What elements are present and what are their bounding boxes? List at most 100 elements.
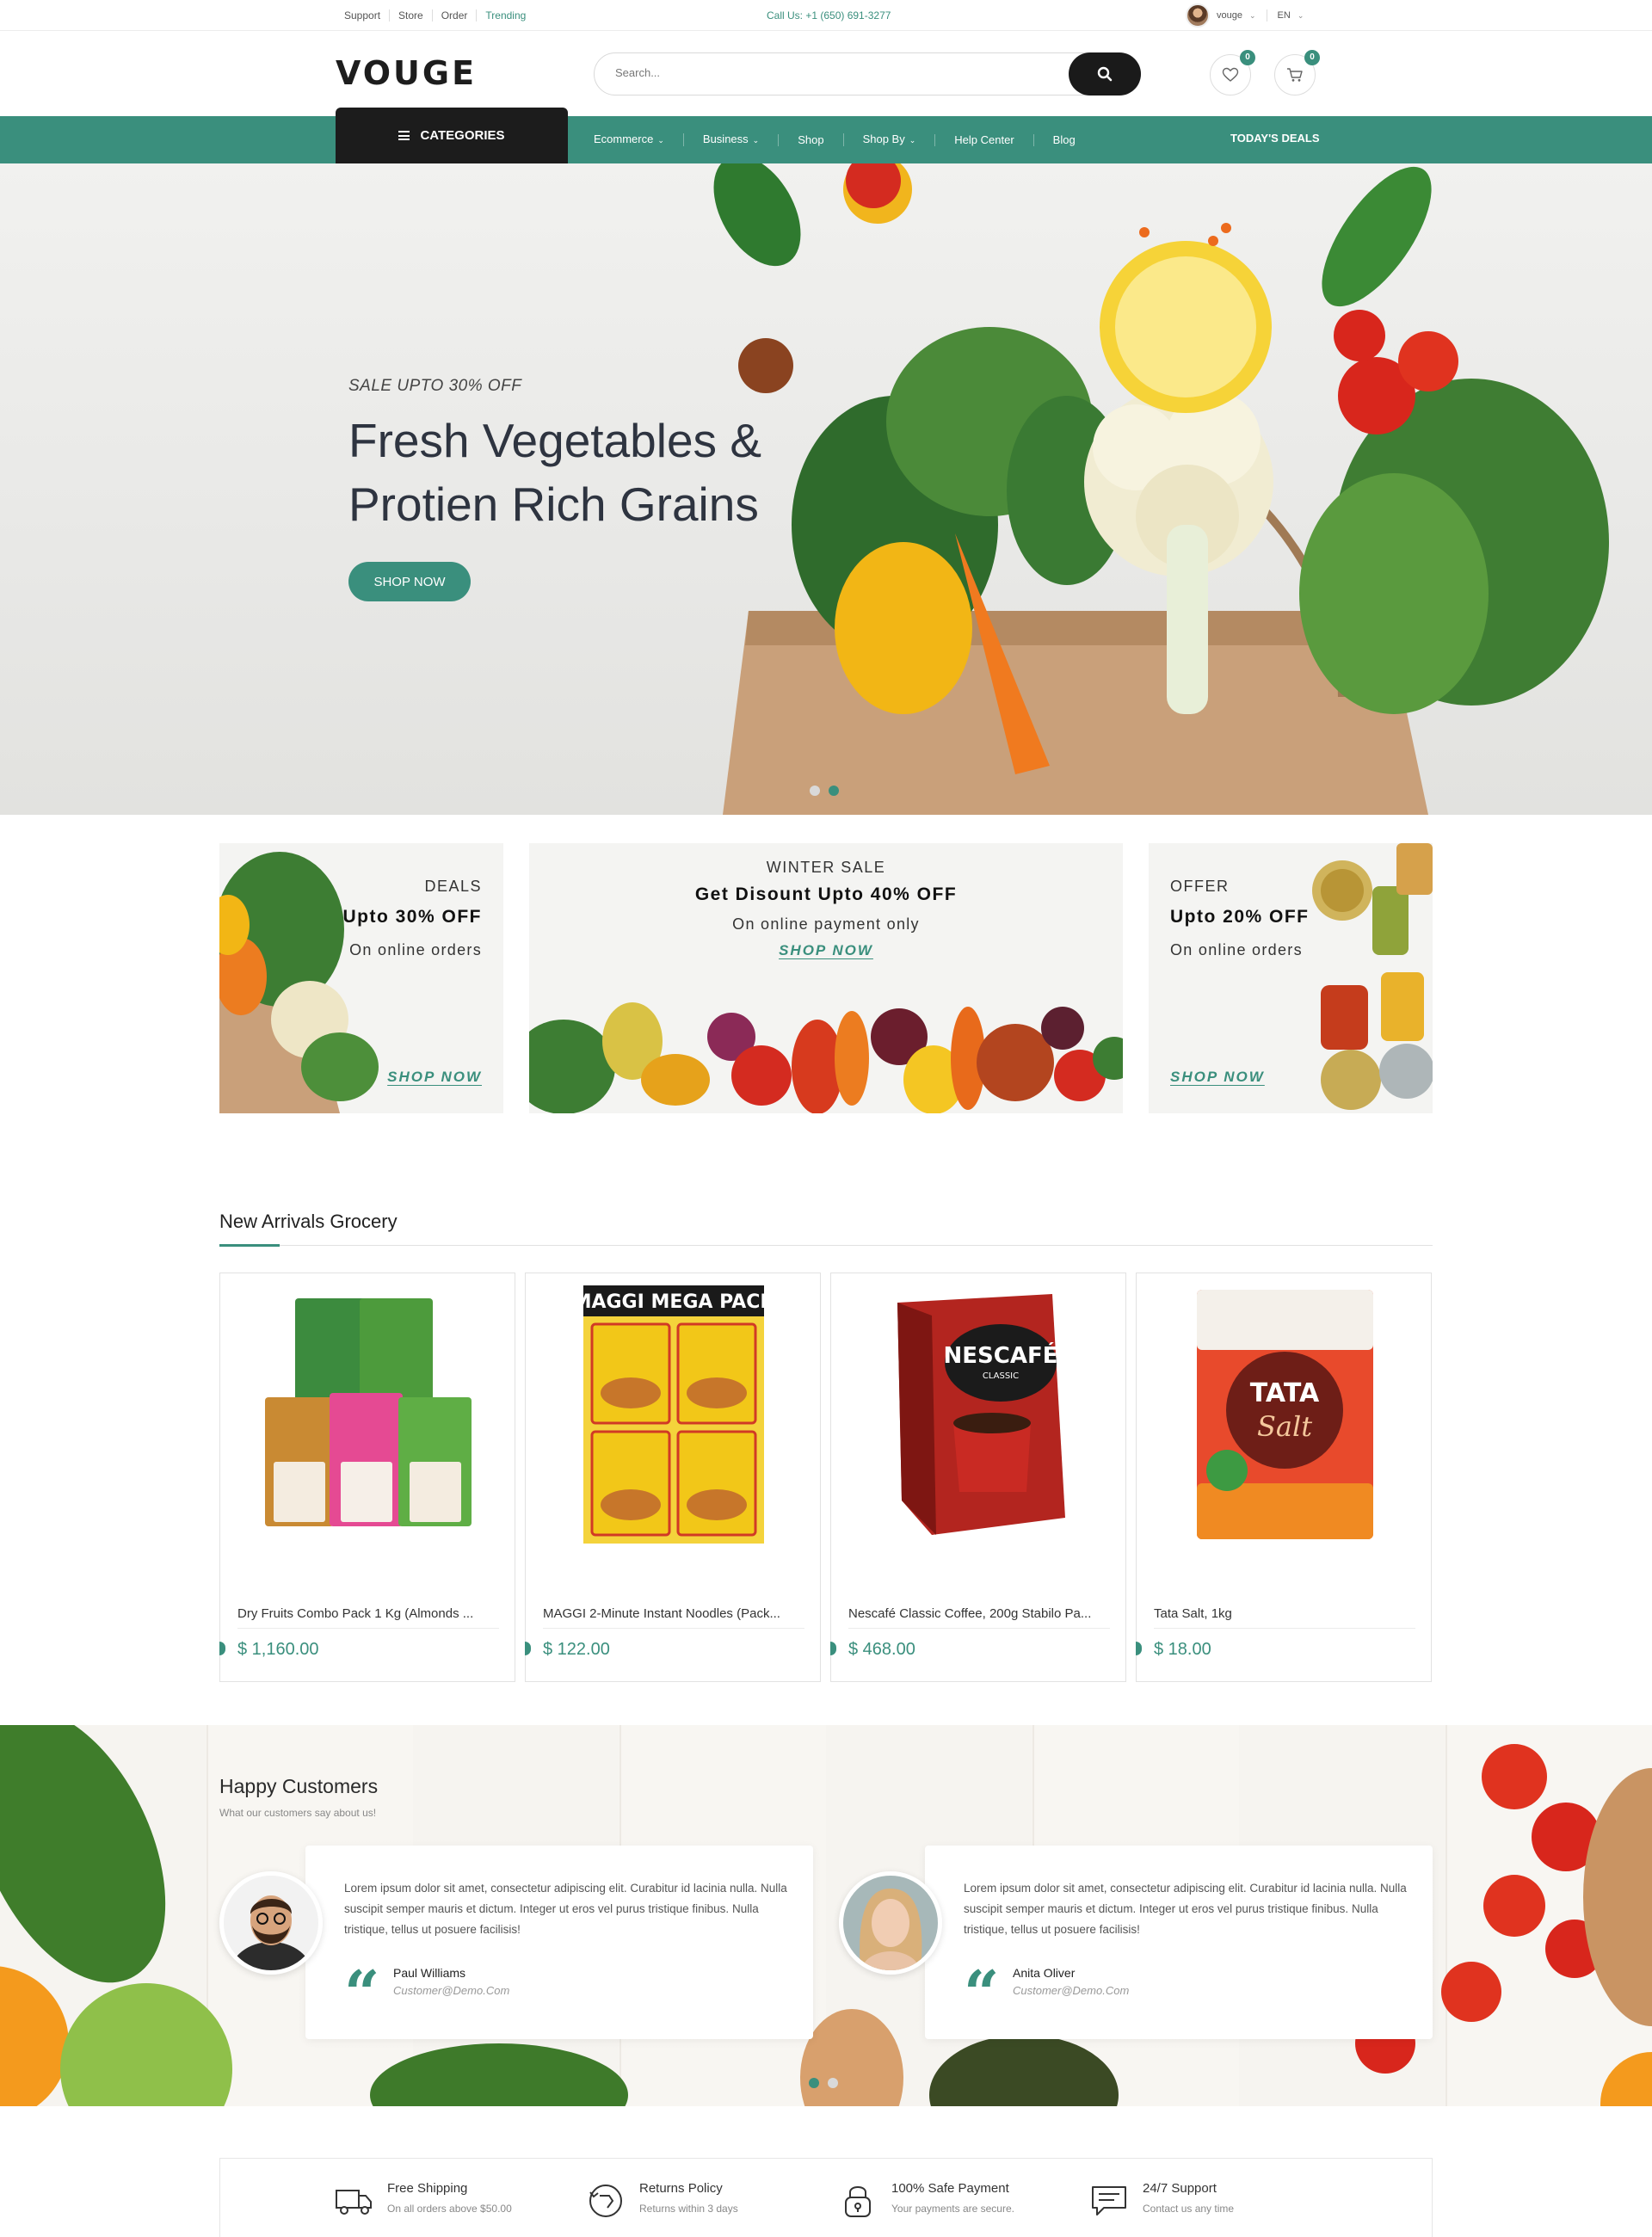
product-image[interactable]: MAGGI MEGA PACK <box>543 1285 804 1544</box>
site-header: VOUGE 0 0 <box>0 31 1652 116</box>
slider-dot[interactable] <box>829 786 839 796</box>
chat-icon <box>1089 2181 1129 2221</box>
banner-heading: Upto 20% OFF <box>1170 907 1310 927</box>
product-card[interactable]: MAGGI MEGA PACK MAGGI 2-Minute Instant N… <box>525 1273 821 1682</box>
chevron-down-icon: ⌄ <box>752 136 760 145</box>
nav-item-help-center[interactable]: Help Center <box>934 132 1032 146</box>
user-menu[interactable]: vouge ⌄ EN ⌄ <box>1186 3 1304 28</box>
testimonial-name: Anita Oliver <box>1013 1966 1076 1980</box>
customer-avatar <box>839 1871 942 1975</box>
avatar-woman-image <box>843 1876 938 1970</box>
price-marker <box>830 1642 836 1655</box>
hero-subtitle: SALE UPTO 30% OFF <box>348 377 522 395</box>
product-image[interactable]: TATA Salt <box>1154 1285 1415 1544</box>
product-image[interactable]: NESCAFÉ CLASSIC <box>848 1285 1110 1544</box>
cart-count: 0 <box>1304 50 1320 65</box>
top-link-trending[interactable]: Trending <box>476 9 534 22</box>
nav-item-shop[interactable]: Shop <box>778 133 842 146</box>
top-link-support[interactable]: Support <box>336 9 389 22</box>
nav-item-business[interactable]: Business ⌄ <box>682 132 778 146</box>
maggi-banner-text: MAGGI MEGA PACK <box>583 1291 764 1313</box>
user-avatar[interactable] <box>1186 3 1210 28</box>
hero-title-line: Protien Rich Grains <box>348 478 759 531</box>
search-button[interactable] <box>1069 52 1141 96</box>
nescafe-sub-text: CLASSIC <box>983 1371 1019 1381</box>
banner-shop-now-link[interactable]: SHOP NOW <box>1170 1069 1265 1086</box>
product-price: $ 1,160.00 <box>237 1640 319 1659</box>
chevron-down-icon[interactable]: ⌄ <box>1249 11 1256 21</box>
banner-deals[interactable]: DEALS Upto 30% OFF On online orders SHOP… <box>219 843 503 1113</box>
testimonial-card: Lorem ipsum dolor sit amet, consectetur … <box>305 1846 813 2039</box>
banner-shop-now-link[interactable]: SHOP NOW <box>387 1069 482 1086</box>
testimonial-email: Customer@Demo.Com <box>393 1984 510 1997</box>
feature-title: 24/7 Support <box>1143 2181 1217 2196</box>
chevron-down-icon: ⌄ <box>657 136 664 145</box>
banner-winter-sale[interactable]: WINTER SALE Get Disount Upto 40% OFF On … <box>529 843 1123 1113</box>
product-name[interactable]: Dry Fruits Combo Pack 1 Kg (Almonds ... <box>237 1606 496 1621</box>
chevron-down-icon[interactable]: ⌄ <box>1298 11 1304 21</box>
features-bar: Free Shipping On all orders above $50.00… <box>219 2158 1433 2237</box>
slider-dot[interactable] <box>828 2078 838 2088</box>
product-name[interactable]: Nescafé Classic Coffee, 200g Stabilo Pa.… <box>848 1606 1106 1621</box>
banner-label: OFFER <box>1170 878 1230 895</box>
tata-product-text: Salt <box>1256 1410 1311 1443</box>
nescafe-brand-text: NESCAFÉ <box>944 1341 1058 1369</box>
return-icon <box>586 2181 626 2221</box>
nav-item-label: Business <box>702 132 749 145</box>
tata-brand-text: TATA <box>1249 1378 1319 1408</box>
testimonials-subtitle: What our customers say about us! <box>219 1807 377 1819</box>
banner-label: WINTER SALE <box>766 859 886 876</box>
hero-title: Fresh Vegetables & Protien Rich Grains <box>348 409 865 536</box>
main-nav: CATEGORIES Ecommerce ⌄ Business ⌄ Shop Sho… <box>0 108 1652 163</box>
site-logo[interactable]: VOUGE <box>336 54 477 92</box>
divider <box>543 1628 804 1629</box>
testimonial-email: Customer@Demo.Com <box>1013 1984 1130 1997</box>
product-name[interactable]: MAGGI 2-Minute Instant Noodles (Pack... <box>543 1606 801 1621</box>
quote-icon: “ <box>964 1957 1000 2030</box>
product-grid: Dry Fruits Combo Pack 1 Kg (Almonds ... … <box>219 1273 1433 1682</box>
banner-subtext: On online orders <box>1170 941 1303 958</box>
banner-offer[interactable]: OFFER Upto 20% OFF On online orders SHOP… <box>1149 843 1433 1113</box>
top-link-order[interactable]: Order <box>431 9 477 22</box>
maggi-pack-image: MAGGI MEGA PACK <box>583 1285 764 1544</box>
feature-subtitle: On all orders above $50.00 <box>387 2203 512 2215</box>
todays-deals-link[interactable]: TODAY'S DEALS <box>1230 132 1320 145</box>
product-card[interactable]: TATA Salt Tata Salt, 1kg $ 18.00 <box>1136 1273 1432 1682</box>
product-card[interactable]: NESCAFÉ CLASSIC Nescafé Classic Coffee, … <box>830 1273 1126 1682</box>
banner-heading: Upto 30% OFF <box>342 907 482 927</box>
feature-item: 24/7 Support Contact us any time <box>1089 2181 1234 2221</box>
product-price: $ 18.00 <box>1154 1640 1211 1659</box>
nav-item-label: Blog <box>1052 132 1076 146</box>
slider-dot[interactable] <box>810 786 820 796</box>
banner-shop-now-link[interactable]: SHOP NOW <box>529 942 1123 959</box>
testimonial-text: Lorem ipsum dolor sit amet, consectetur … <box>964 1882 1407 1936</box>
hero-shop-now-button[interactable]: SHOP NOW <box>348 562 471 601</box>
nav-item-blog[interactable]: Blog <box>1032 132 1094 146</box>
nav-item-label: Ecommerce <box>594 132 654 145</box>
search-bar <box>594 52 1141 96</box>
nav-links: Ecommerce ⌄ Business ⌄ Shop Shop By ⌄ Help … <box>594 116 1094 163</box>
nav-item-ecommerce[interactable]: Ecommerce ⌄ <box>594 133 683 146</box>
user-name[interactable]: vouge <box>1217 10 1242 21</box>
testimonial-name: Paul Williams <box>393 1966 466 1980</box>
product-card[interactable]: Dry Fruits Combo Pack 1 Kg (Almonds ... … <box>219 1273 515 1682</box>
banner-label: DEALS <box>424 878 482 895</box>
top-link-store[interactable]: Store <box>389 9 432 22</box>
search-icon <box>1097 66 1113 82</box>
wishlist-button[interactable]: 0 <box>1210 50 1255 96</box>
cart-button[interactable]: 0 <box>1274 50 1320 96</box>
language-select[interactable]: EN <box>1278 10 1291 21</box>
nav-item-label: Help Center <box>954 132 1014 146</box>
dry-fruits-packs-image <box>265 1298 472 1526</box>
categories-button[interactable]: CATEGORIES <box>336 108 568 163</box>
product-image[interactable] <box>237 1285 499 1544</box>
lock-icon <box>838 2181 878 2221</box>
product-name[interactable]: Tata Salt, 1kg <box>1154 1606 1412 1621</box>
top-links: Support Store Order Trending <box>336 9 534 22</box>
avatar-man-image <box>224 1876 318 1970</box>
search-input[interactable] <box>615 66 1028 79</box>
quote-icon: “ <box>344 1957 380 2030</box>
price-marker <box>219 1642 225 1655</box>
nav-item-shop-by[interactable]: Shop By ⌄ <box>842 133 935 146</box>
slider-dot[interactable] <box>809 2078 819 2088</box>
